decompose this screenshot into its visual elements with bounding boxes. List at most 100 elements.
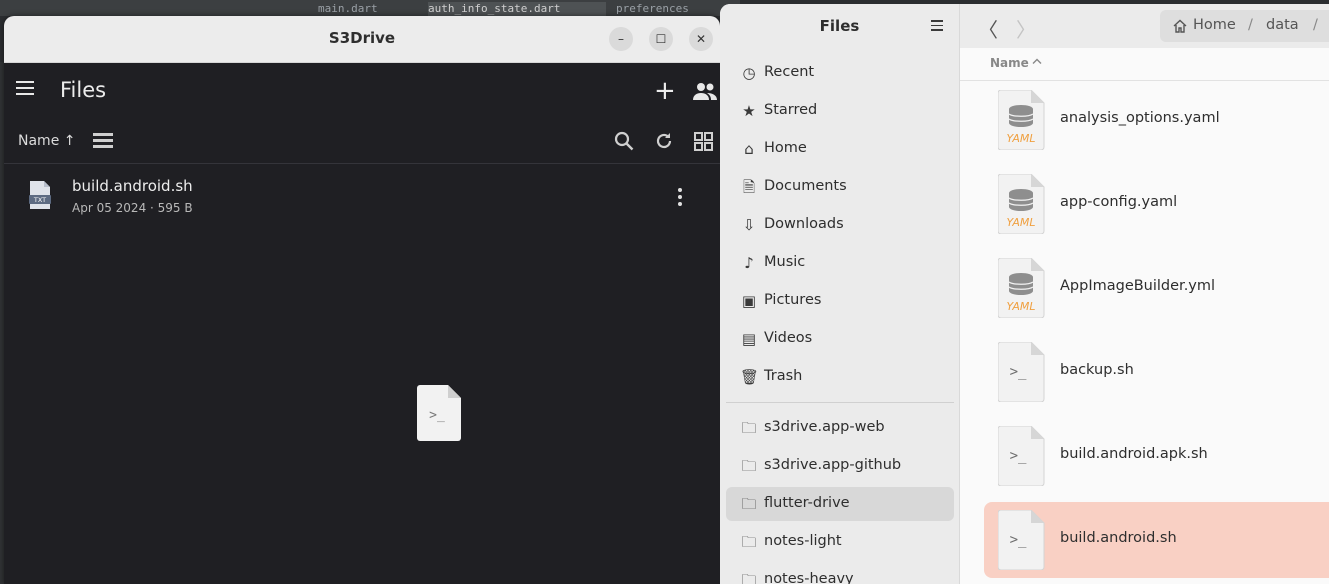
file-row-selected[interactable]: >_ build.android.sh bbox=[984, 502, 1329, 578]
search-icon[interactable] bbox=[614, 131, 634, 151]
sidebar-item-starred[interactable]: ★ Starred bbox=[726, 94, 954, 128]
sidebar-item-documents[interactable]: 🗎 Documents bbox=[726, 170, 954, 204]
document-icon: 🗎 bbox=[742, 178, 756, 196]
folder-icon: 🗀 bbox=[741, 495, 757, 513]
yaml-file-icon: YAML bbox=[998, 258, 1045, 318]
script-glyph: >_ bbox=[429, 408, 445, 423]
yaml-badge: YAML bbox=[1006, 300, 1035, 313]
sidebar-item-music[interactable]: ♪ Music bbox=[726, 246, 954, 280]
s3drive-toolbar: Name ↑ bbox=[4, 119, 720, 164]
sidebar-item-label: Recent bbox=[764, 64, 815, 80]
clock-icon: ◷ bbox=[742, 64, 756, 82]
sidebar-item-label: Downloads bbox=[764, 216, 844, 232]
file-row[interactable]: YAML AppImageBuilder.yml bbox=[984, 250, 1329, 326]
trash-icon: 🗑 bbox=[740, 368, 760, 386]
sidebar-bookmark-flutter-drive[interactable]: 🗀 flutter-drive bbox=[726, 487, 954, 521]
sidebar-item-label: Music bbox=[764, 254, 806, 270]
folder-icon: 🗀 bbox=[741, 419, 757, 437]
people-icon[interactable] bbox=[692, 81, 718, 101]
file-row[interactable]: >_ build.android.apk.sh bbox=[984, 418, 1329, 494]
sidebar-item-label: Trash bbox=[764, 368, 803, 384]
breadcrumb-home[interactable]: Home bbox=[1193, 17, 1236, 33]
breadcrumb: Home / data / bbox=[1160, 10, 1329, 42]
script-file-icon: >_ bbox=[998, 342, 1045, 402]
folder-icon: 🗀 bbox=[741, 533, 757, 551]
file-row[interactable]: YAML app-config.yaml bbox=[984, 166, 1329, 242]
txt-badge: TXT bbox=[33, 196, 46, 204]
editor-tab[interactable]: main.dart bbox=[318, 2, 418, 16]
sidebar-item-label: notes-heavy bbox=[764, 571, 854, 584]
add-icon[interactable]: + bbox=[654, 78, 676, 104]
file-view: 〈 〉 Home / data / Name YAML analysis_opt… bbox=[960, 4, 1329, 584]
folder-icon: 🗀 bbox=[741, 457, 757, 475]
sidebar-bookmark-s3drive-app-github[interactable]: 🗀 s3drive.app-github bbox=[726, 449, 954, 483]
sidebar-item-label: Documents bbox=[764, 178, 847, 194]
script-glyph: >_ bbox=[1010, 448, 1027, 464]
sidebar-item-recent[interactable]: ◷ Recent bbox=[726, 56, 954, 90]
file-meta: Apr 05 2024 · 595 B bbox=[72, 201, 193, 215]
editor-tab[interactable]: preferences bbox=[616, 2, 726, 16]
file-name: backup.sh bbox=[1060, 362, 1134, 378]
file-row[interactable]: >_ backup.sh bbox=[984, 334, 1329, 410]
s3drive-window: S3Drive – ☐ ✕ Files + Name ↑ TXT build.a… bbox=[4, 16, 720, 584]
script-file-icon: >_ bbox=[998, 426, 1045, 486]
file-name: build.android.sh bbox=[72, 177, 193, 195]
list-view-icon[interactable] bbox=[93, 133, 113, 149]
editor-tab-active[interactable]: auth_info_state.dart bbox=[428, 2, 606, 16]
nautilus-window: Files ◷ Recent ★ Starred ⌂ Home 🗎 Docume… bbox=[720, 4, 1329, 584]
sidebar-item-label: Home bbox=[764, 140, 807, 156]
sidebar-header: Files bbox=[720, 4, 959, 48]
editor-tab-strip: main.dart auth_info_state.dart preferenc… bbox=[0, 0, 740, 16]
forward-arrow-icon[interactable]: 〉 bbox=[1016, 14, 1036, 43]
more-options-icon[interactable] bbox=[678, 188, 682, 206]
column-name-header[interactable]: Name bbox=[990, 56, 1029, 70]
file-row[interactable]: YAML analysis_options.yaml bbox=[984, 82, 1329, 158]
grid-view-icon[interactable] bbox=[694, 132, 714, 152]
header-bar: 〈 〉 Home / data / bbox=[960, 4, 1329, 48]
sidebar-bookmark-s3drive-app-web[interactable]: 🗀 s3drive.app-web bbox=[726, 411, 954, 445]
breadcrumb-data[interactable]: data bbox=[1266, 17, 1299, 33]
s3drive-app-bar: Files + bbox=[4, 63, 720, 119]
sidebar-bookmark-notes-heavy[interactable]: 🗀 notes-heavy bbox=[726, 563, 954, 584]
s3drive-titlebar[interactable]: S3Drive – ☐ ✕ bbox=[4, 16, 720, 63]
main-menu-icon[interactable] bbox=[931, 20, 943, 32]
minimize-button[interactable]: – bbox=[609, 27, 633, 51]
maximize-button[interactable]: ☐ bbox=[649, 27, 673, 51]
sidebar-bookmark-notes-light[interactable]: 🗀 notes-light bbox=[726, 525, 954, 559]
menu-icon[interactable] bbox=[16, 81, 34, 97]
close-button[interactable]: ✕ bbox=[689, 27, 713, 51]
sidebar-item-videos[interactable]: ▤ Videos bbox=[726, 322, 954, 356]
script-glyph: >_ bbox=[1010, 364, 1027, 380]
file-name: build.android.sh bbox=[1060, 530, 1177, 546]
sidebar-item-trash[interactable]: 🗑 Trash bbox=[726, 360, 954, 394]
sort-button[interactable]: Name ↑ bbox=[18, 133, 75, 149]
file-name: build.android.apk.sh bbox=[1060, 446, 1208, 462]
yaml-badge: YAML bbox=[1006, 132, 1035, 145]
breadcrumb-separator: / bbox=[1313, 17, 1318, 33]
music-icon: ♪ bbox=[744, 254, 754, 272]
file-list-item[interactable]: TXT build.android.sh Apr 05 2024 · 595 B bbox=[4, 164, 720, 228]
back-arrow-icon[interactable]: 〈 bbox=[978, 14, 998, 43]
file-name: AppImageBuilder.yml bbox=[1060, 278, 1216, 294]
sidebar-item-downloads[interactable]: ⇩ Downloads bbox=[726, 208, 954, 242]
picture-icon: ▣ bbox=[741, 292, 757, 310]
sidebar-item-label: s3drive.app-web bbox=[764, 419, 885, 435]
sidebar-title: Files bbox=[819, 17, 860, 35]
refresh-icon[interactable] bbox=[654, 131, 674, 151]
breadcrumb-separator: / bbox=[1248, 17, 1253, 33]
sidebar-item-home[interactable]: ⌂ Home bbox=[726, 132, 954, 166]
home-icon: ⌂ bbox=[744, 140, 754, 158]
sidebar-item-label: notes-light bbox=[764, 533, 842, 549]
sidebar-item-label: Videos bbox=[764, 330, 813, 346]
script-glyph: >_ bbox=[1010, 532, 1027, 548]
download-icon: ⇩ bbox=[742, 216, 756, 234]
sidebar-item-pictures[interactable]: ▣ Pictures bbox=[726, 284, 954, 318]
star-icon: ★ bbox=[742, 102, 756, 120]
script-file-icon: >_ bbox=[417, 385, 461, 441]
file-name: analysis_options.yaml bbox=[1060, 110, 1220, 126]
sidebar-item-label: Starred bbox=[764, 102, 818, 118]
folder-icon: 🗀 bbox=[741, 571, 757, 584]
script-file-icon: >_ bbox=[998, 510, 1045, 570]
yaml-badge: YAML bbox=[1006, 216, 1035, 229]
txt-file-icon: TXT bbox=[29, 181, 51, 209]
